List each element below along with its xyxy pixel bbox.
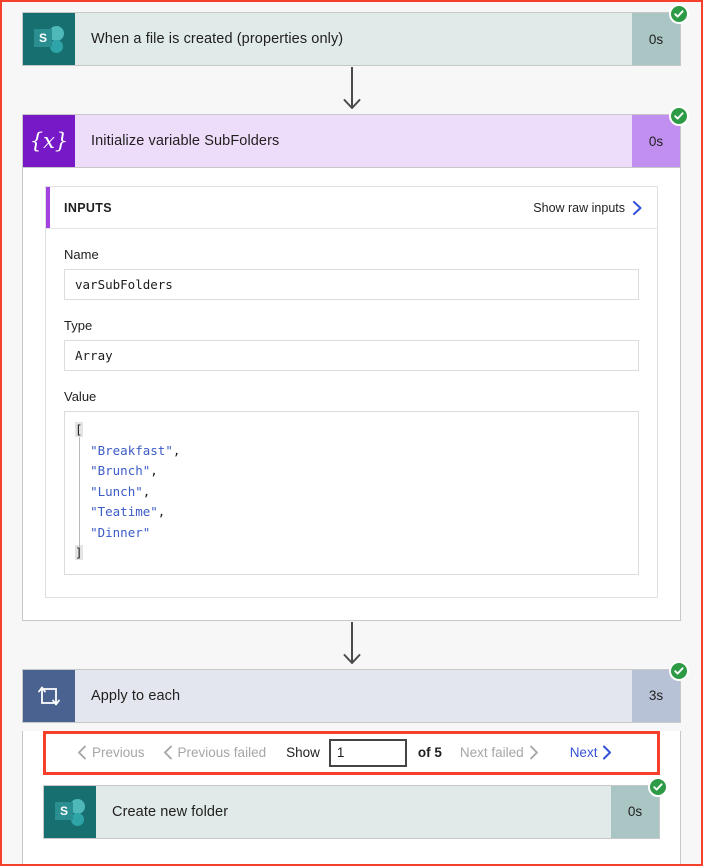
previous-failed-button-label: Previous failed [177,745,267,760]
flow-step-title: Initialize variable SubFolders [91,133,280,149]
code-line-item: "Breakfast", [75,441,628,462]
value-code-editor[interactable]: [ "Breakfast", "Brunch", "Lunch", "Teati… [64,411,639,575]
connector-arrow-1 [2,66,701,114]
code-line-open-bracket: [ [75,420,628,441]
apply-to-each-body: Previous Previous failed Show 1 of 5 Nex… [22,730,681,864]
flow-step-title: When a file is created (properties only) [91,31,344,47]
code-line-item: "Brunch", [75,461,628,482]
check-circle-icon [669,4,689,24]
field-name: Name varSubFolders [46,247,657,300]
array-item-text: "Teatime" [90,504,158,519]
check-circle-icon [648,776,668,797]
code-line-item: "Lunch", [75,482,628,503]
sharepoint-icon: S [23,13,75,65]
step-details-panel: INPUTS Show raw inputs Name varSubFolder… [22,168,681,621]
check-circle-icon [669,106,689,126]
indent-guide [79,437,80,547]
array-item-text: "Brunch" [90,463,151,478]
chevron-right-icon [632,200,643,216]
flow-step-title: Apply to each [91,687,181,704]
array-item-comma: , [157,504,166,519]
previous-button-label: Previous [92,745,145,760]
open-bracket: [ [75,422,83,437]
field-value: Value [ "Breakfast", "Brunch", "Lunch", … [46,389,657,597]
page-count-label: of 5 [417,745,442,760]
field-label: Type [64,318,93,333]
next-button[interactable]: Next [548,745,622,760]
previous-button[interactable]: Previous [68,745,154,760]
variable-icon-glyph: {x} [29,128,69,153]
array-item-text: "Dinner" [90,524,151,540]
chevron-left-icon [77,745,87,760]
next-failed-button[interactable]: Next failed [451,745,548,760]
show-label: Show [286,745,320,760]
array-item-comma: , [172,442,181,458]
inputs-header: INPUTS Show raw inputs [46,187,657,229]
next-failed-button-label: Next failed [459,745,524,760]
array-item-text: "Lunch" [90,483,143,499]
variable-icon: {x} [23,115,75,167]
flow-step-initialize-variable[interactable]: {x} Initialize variable SubFolders 0s [22,106,689,168]
type-value[interactable]: Array [64,340,639,371]
iteration-pager: Previous Previous failed Show 1 of 5 Nex… [46,734,657,772]
sharepoint-icon-letter: S [55,801,73,820]
array-item-comma: , [150,463,158,478]
close-bracket: ] [75,545,83,560]
flow-step-title: Create new folder [112,803,229,820]
show-raw-inputs-link[interactable]: Show raw inputs [533,200,643,216]
field-type: Type Array [46,318,657,371]
code-line-item: "Dinner" [75,523,628,544]
chevron-right-icon [602,745,612,760]
flow-run-history-screenshot: S When a file is created (properties onl… [0,0,703,866]
sharepoint-icon-letter: S [34,29,52,47]
next-button-label: Next [569,745,598,760]
chevron-right-icon [529,745,539,760]
inputs-header-label: INPUTS [64,200,112,215]
iteration-page-input[interactable]: 1 [328,738,407,767]
code-line-item: "Teatime", [75,502,628,523]
flow-step-apply-to-each[interactable]: Apply to each 3s [22,660,689,723]
flow-step-trigger[interactable]: S When a file is created (properties onl… [22,4,689,66]
iteration-pager-highlight: Previous Previous failed Show 1 of 5 Nex… [43,730,660,775]
check-circle-icon [669,660,689,681]
name-value[interactable]: varSubFolders [64,269,639,300]
show-raw-inputs-label: Show raw inputs [533,200,625,215]
loop-icon [23,669,75,722]
connector-arrow-2 [2,621,701,669]
code-line-close-bracket: ] [75,543,628,564]
field-label: Name [64,247,99,262]
chevron-left-icon [163,745,173,760]
sharepoint-icon: S [44,785,96,838]
inputs-box: INPUTS Show raw inputs Name varSubFolder… [45,186,658,598]
array-item-comma: , [142,483,151,499]
field-label: Value [64,389,97,404]
flow-step-create-new-folder[interactable]: S Create new folder 0s [43,776,668,839]
array-item-text: "Breakfast" [90,442,173,458]
previous-failed-button[interactable]: Previous failed [154,745,276,760]
